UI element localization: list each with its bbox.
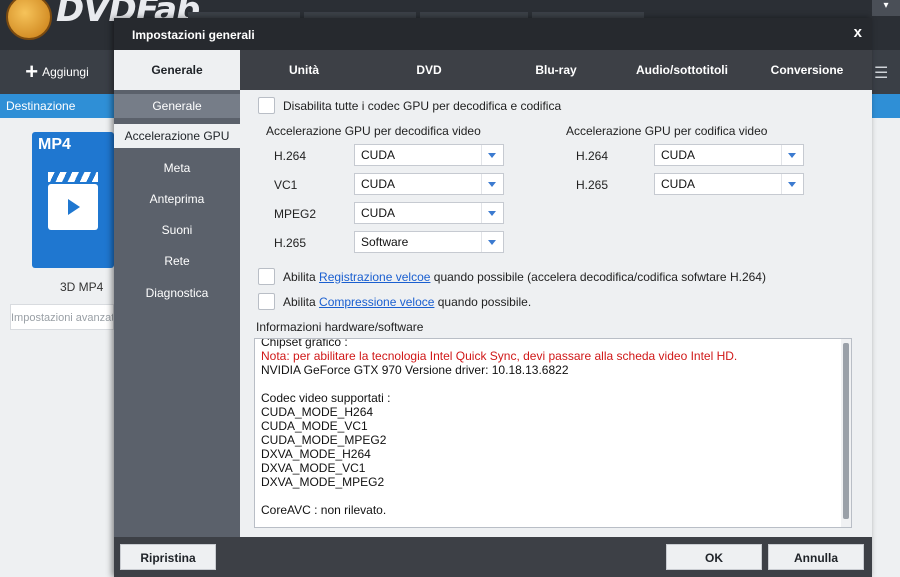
list-view-icon[interactable]: ☰ xyxy=(874,63,894,82)
dialog-title: Impostazioni generali xyxy=(132,28,255,42)
profile-name: 3D MP4 xyxy=(60,280,104,294)
reset-button[interactable]: Ripristina xyxy=(120,544,216,570)
info-line xyxy=(261,489,841,503)
fast-compress-label: Abilita Compressione veloce quando possi… xyxy=(283,295,531,309)
ok-button[interactable]: OK xyxy=(666,544,762,570)
advanced-settings-button[interactable]: Impostazioni avanzate xyxy=(10,304,114,330)
dialog-footer: Ripristina OK Annulla xyxy=(114,537,872,577)
decode-section-label: Accelerazione GPU per decodifica video xyxy=(266,124,481,138)
fast-compress-link[interactable]: Compressione veloce xyxy=(319,295,434,309)
info-line: NVIDIA GeForce GTX 970 Versione driver: … xyxy=(261,363,569,377)
chevron-down-icon xyxy=(781,145,803,165)
encode-h265-select[interactable]: CUDA xyxy=(654,173,804,195)
add-button-label: Aggiungi xyxy=(42,65,89,79)
chevron-down-icon xyxy=(481,203,503,223)
select-value: CUDA xyxy=(661,148,696,162)
fast-record-checkbox[interactable] xyxy=(258,268,275,285)
window-menu-icon[interactable]: ▾ xyxy=(872,0,900,16)
info-line: CoreAVC : non rilevato. xyxy=(261,503,387,517)
info-line: DXVA_MODE_MPEG2 xyxy=(261,475,385,489)
sidebar-item-meta[interactable]: Meta xyxy=(114,156,240,180)
info-line xyxy=(261,377,841,391)
encode-codec-label: H.264 xyxy=(576,149,609,163)
info-section-label: Informazioni hardware/software xyxy=(256,320,424,334)
chevron-down-icon xyxy=(481,145,503,165)
gpu-acceleration-panel: Disabilita tutte i codec GPU per decodif… xyxy=(240,90,872,537)
play-icon xyxy=(68,199,80,215)
fast-compress-suffix: quando possibile. xyxy=(434,294,532,309)
fast-record-link[interactable]: Registrazione velcoe xyxy=(319,270,430,284)
disable-gpu-checkbox[interactable] xyxy=(258,97,275,114)
dvdfab-logo-icon xyxy=(6,0,52,40)
info-line: CUDA_MODE_VC1 xyxy=(261,419,368,433)
disable-gpu-label: Disabilita tutte i codec GPU per decodif… xyxy=(283,98,562,113)
select-value: CUDA xyxy=(361,177,396,191)
add-button[interactable]: + Aggiungi xyxy=(0,50,114,94)
sidebar-item-diagnostica[interactable]: Diagnostica xyxy=(114,281,240,305)
info-scroll-thumb[interactable] xyxy=(843,343,849,519)
sidebar-item-rete[interactable]: Rete xyxy=(114,249,240,273)
encode-codec-label: H.265 xyxy=(576,178,609,192)
fast-record-row: Abilita Registrazione velcoe quando poss… xyxy=(258,268,766,285)
fast-record-prefix: Abilita xyxy=(283,269,320,284)
info-line: CUDA_MODE_MPEG2 xyxy=(261,433,387,447)
info-line: DXVA_MODE_VC1 xyxy=(261,461,366,475)
hardware-info-text: Chipset grafico : Nota: per abilitare la … xyxy=(261,338,841,517)
tab-dvd[interactable]: DVD xyxy=(368,50,490,90)
profile-card[interactable]: MP4 xyxy=(32,132,114,268)
info-line: Codec video supportati : xyxy=(261,391,391,405)
hardware-info-textbox[interactable]: Chipset grafico : Nota: per abilitare la … xyxy=(254,338,852,528)
dialog-tabs: Generale Unità DVD Blu-ray Audio/sottoti… xyxy=(114,50,872,90)
fast-record-label: Abilita Registrazione velcoe quando poss… xyxy=(283,270,766,284)
tab-unita[interactable]: Unità xyxy=(240,50,368,90)
encode-section-label: Accelerazione GPU per codifica video xyxy=(566,124,768,138)
plus-icon: + xyxy=(25,59,39,84)
format-tag: MP4 xyxy=(38,136,71,153)
close-icon[interactable]: x xyxy=(854,24,862,41)
select-value: Software xyxy=(361,235,409,249)
general-settings-dialog: Impostazioni generali x Generale Unità D… xyxy=(114,18,872,577)
clapperboard-top-icon xyxy=(48,172,98,182)
dialog-titlebar: Impostazioni generali x xyxy=(114,18,872,50)
decode-codec-label: H.264 xyxy=(274,149,307,163)
select-value: CUDA xyxy=(361,148,396,162)
tab-conversione[interactable]: Conversione xyxy=(742,50,872,90)
info-scrollbar[interactable] xyxy=(841,339,851,527)
info-line: Chipset grafico : xyxy=(261,338,348,349)
cancel-button[interactable]: Annulla xyxy=(768,544,864,570)
info-line: Nota: per abilitare la tecnologia Intel … xyxy=(261,349,738,363)
fast-compress-prefix: Abilita xyxy=(283,294,320,309)
settings-sidebar: Generale Accelerazione GPU Meta Anteprim… xyxy=(114,90,240,537)
decode-mpeg2-select[interactable]: CUDA xyxy=(354,202,504,224)
chevron-down-icon xyxy=(481,174,503,194)
decode-h265-select[interactable]: Software xyxy=(354,231,504,253)
destination-label: Destinazione xyxy=(6,99,76,113)
decode-codec-label: VC1 xyxy=(274,178,298,192)
tab-bluray[interactable]: Blu-ray xyxy=(490,50,622,90)
select-value: CUDA xyxy=(661,177,696,191)
sidebar-item-suoni[interactable]: Suoni xyxy=(114,218,240,242)
encode-h264-select[interactable]: CUDA xyxy=(654,144,804,166)
chevron-down-icon xyxy=(781,174,803,194)
sidebar-item-anteprima[interactable]: Anteprima xyxy=(114,187,240,211)
fast-record-suffix: quando possibile (accelera decodifica/co… xyxy=(430,269,766,284)
fast-compress-row: Abilita Compressione veloce quando possi… xyxy=(258,293,531,310)
select-value: CUDA xyxy=(361,206,396,220)
tab-generale[interactable]: Generale xyxy=(114,50,240,90)
decode-codec-label: H.265 xyxy=(274,236,307,250)
decode-codec-label: MPEG2 xyxy=(274,207,317,221)
info-line: DXVA_MODE_H264 xyxy=(261,447,371,461)
decode-vc1-select[interactable]: CUDA xyxy=(354,173,504,195)
decode-h264-select[interactable]: CUDA xyxy=(354,144,504,166)
info-line: CUDA_MODE_H264 xyxy=(261,405,374,419)
tab-audio-sottotitoli[interactable]: Audio/sottotitoli xyxy=(622,50,742,90)
chevron-down-icon xyxy=(481,232,503,252)
fast-compress-checkbox[interactable] xyxy=(258,293,275,310)
disable-gpu-row: Disabilita tutte i codec GPU per decodif… xyxy=(258,97,561,114)
sidebar-item-accelerazione-gpu[interactable]: Accelerazione GPU xyxy=(114,124,240,148)
sidebar-item-generale[interactable]: Generale xyxy=(114,94,240,118)
